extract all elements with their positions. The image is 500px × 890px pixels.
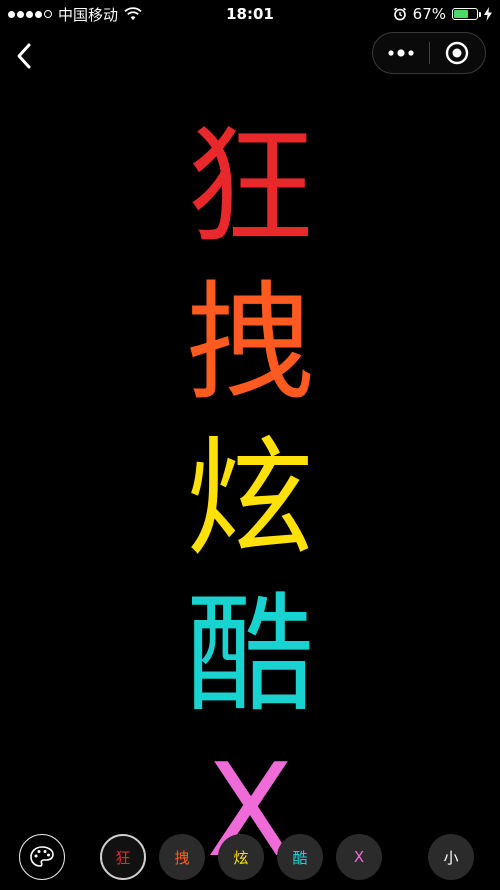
- back-button[interactable]: [8, 38, 40, 74]
- status-bar: 中国移动 18:01 67%: [0, 0, 500, 28]
- battery-icon: [452, 8, 481, 20]
- color-chip-button[interactable]: 狂: [100, 834, 146, 880]
- size-button[interactable]: 小: [428, 834, 474, 880]
- color-chip-label: 酷: [292, 848, 308, 867]
- alarm-clock-icon: [393, 7, 406, 21]
- scrolling-text-display: 狂拽炫酷X: [170, 110, 330, 890]
- carrier-name: 中国移动: [58, 5, 119, 24]
- charging-bolt-icon: [484, 7, 492, 21]
- color-chip-button[interactable]: 炫: [218, 834, 264, 880]
- close-button[interactable]: [430, 33, 486, 73]
- color-chip-label: 拽: [174, 848, 190, 867]
- display-char: 炫: [185, 425, 314, 574]
- palette-button[interactable]: [19, 834, 65, 880]
- chevron-left-icon: [17, 43, 31, 69]
- status-right: 67%: [393, 5, 492, 23]
- display-char: 酷: [185, 581, 314, 730]
- palette-icon: [30, 846, 54, 867]
- color-chip-button[interactable]: X: [336, 834, 382, 880]
- target-circle-icon: [446, 41, 469, 65]
- display-char: 狂: [185, 113, 314, 262]
- color-chip-label: X: [353, 848, 365, 866]
- signal-strength-icon: [8, 10, 52, 18]
- mini-program-capsule: [372, 32, 486, 74]
- battery-percent: 67%: [412, 5, 446, 23]
- color-chip-label: 狂: [115, 848, 131, 867]
- color-chip-label: 炫: [233, 848, 249, 867]
- color-chip-button[interactable]: 拽: [159, 834, 205, 880]
- display-char: 拽: [185, 269, 314, 418]
- size-label: 小: [443, 848, 459, 867]
- status-left: 中国移动: [8, 4, 142, 25]
- more-button[interactable]: [373, 33, 429, 73]
- color-chip-button[interactable]: 酷: [277, 834, 323, 880]
- wifi-icon: [124, 7, 142, 20]
- battery-level-fill: [454, 10, 468, 18]
- more-dots-icon: [388, 49, 414, 57]
